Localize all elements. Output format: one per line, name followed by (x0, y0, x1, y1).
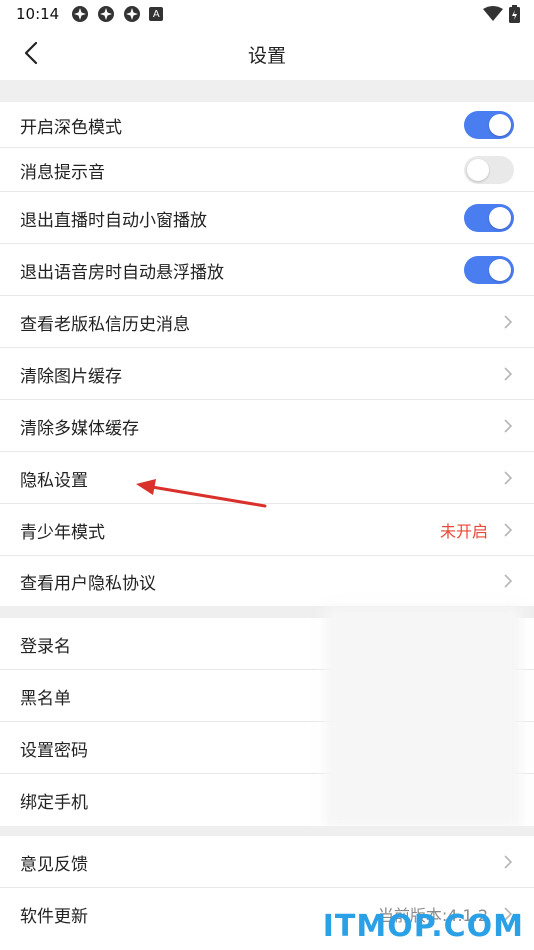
annotation-arrow-icon (136, 479, 267, 508)
live-mini-window-toggle[interactable] (464, 204, 514, 232)
wifi-icon (483, 6, 503, 21)
app-icon (124, 6, 141, 22)
status-time: 10:14 (16, 5, 60, 23)
teen-mode-status: 未开启 (439, 522, 488, 541)
chevron-right-icon (504, 523, 513, 537)
setting-row-old-messages[interactable]: 查看老版私信历史消息 (0, 296, 534, 348)
chevron-right-icon (504, 574, 513, 588)
setting-label: 青少年模式 (20, 522, 105, 543)
chevron-left-icon (24, 41, 38, 65)
status-bar: 10:14 A (0, 0, 534, 28)
status-system-icons (483, 5, 520, 23)
setting-label: 清除图片缓存 (20, 366, 122, 387)
battery-icon (509, 5, 520, 23)
top-app-bar: 设置 (0, 28, 534, 80)
app-icon (98, 6, 115, 22)
toggle-knob (489, 207, 511, 229)
page-title: 设置 (247, 44, 286, 67)
setting-row-privacy-agreement[interactable]: 查看用户隐私协议 (0, 556, 534, 606)
setting-label: 消息提示音 (20, 162, 105, 183)
setting-label: 退出语音房时自动悬浮播放 (20, 262, 224, 283)
message-sound-toggle[interactable] (464, 156, 514, 184)
section-gap (0, 80, 534, 102)
setting-row-dark-mode[interactable]: 开启深色模式 (0, 102, 534, 148)
chevron-right-icon (504, 855, 513, 869)
a-badge-icon: A (149, 7, 164, 21)
watermark: ITMOP.COM (322, 909, 524, 944)
setting-label: 查看老版私信历史消息 (20, 314, 190, 335)
setting-label: 退出直播时自动小窗播放 (20, 210, 207, 231)
setting-label: 查看用户隐私协议 (20, 573, 156, 594)
toggle-knob (489, 259, 511, 281)
chevron-right-icon (504, 419, 513, 433)
setting-label: 意见反馈 (20, 854, 88, 875)
setting-row-live-mini-window[interactable]: 退出直播时自动小窗播放 (0, 192, 534, 244)
redacted-account-info (324, 606, 522, 828)
chevron-right-icon (504, 471, 513, 485)
toggle-knob (489, 114, 511, 136)
back-button[interactable] (16, 38, 46, 68)
setting-label: 清除多媒体缓存 (20, 418, 139, 439)
setting-row-clear-media-cache[interactable]: 清除多媒体缓存 (0, 400, 534, 452)
voice-room-float-toggle[interactable] (464, 256, 514, 284)
status-notification-icons: A (71, 5, 164, 23)
section-gap (0, 826, 534, 836)
setting-label: 开启深色模式 (20, 117, 122, 138)
toggle-knob (467, 159, 489, 181)
chevron-right-icon (504, 315, 513, 329)
chevron-right-icon (504, 367, 513, 381)
setting-row-clear-image-cache[interactable]: 清除图片缓存 (0, 348, 534, 400)
setting-row-feedback[interactable]: 意见反馈 (0, 836, 534, 888)
setting-row-voice-room-float[interactable]: 退出语音房时自动悬浮播放 (0, 244, 534, 296)
setting-row-message-sound[interactable]: 消息提示音 (0, 148, 534, 192)
app-icon (72, 6, 89, 22)
dark-mode-toggle[interactable] (464, 111, 514, 139)
